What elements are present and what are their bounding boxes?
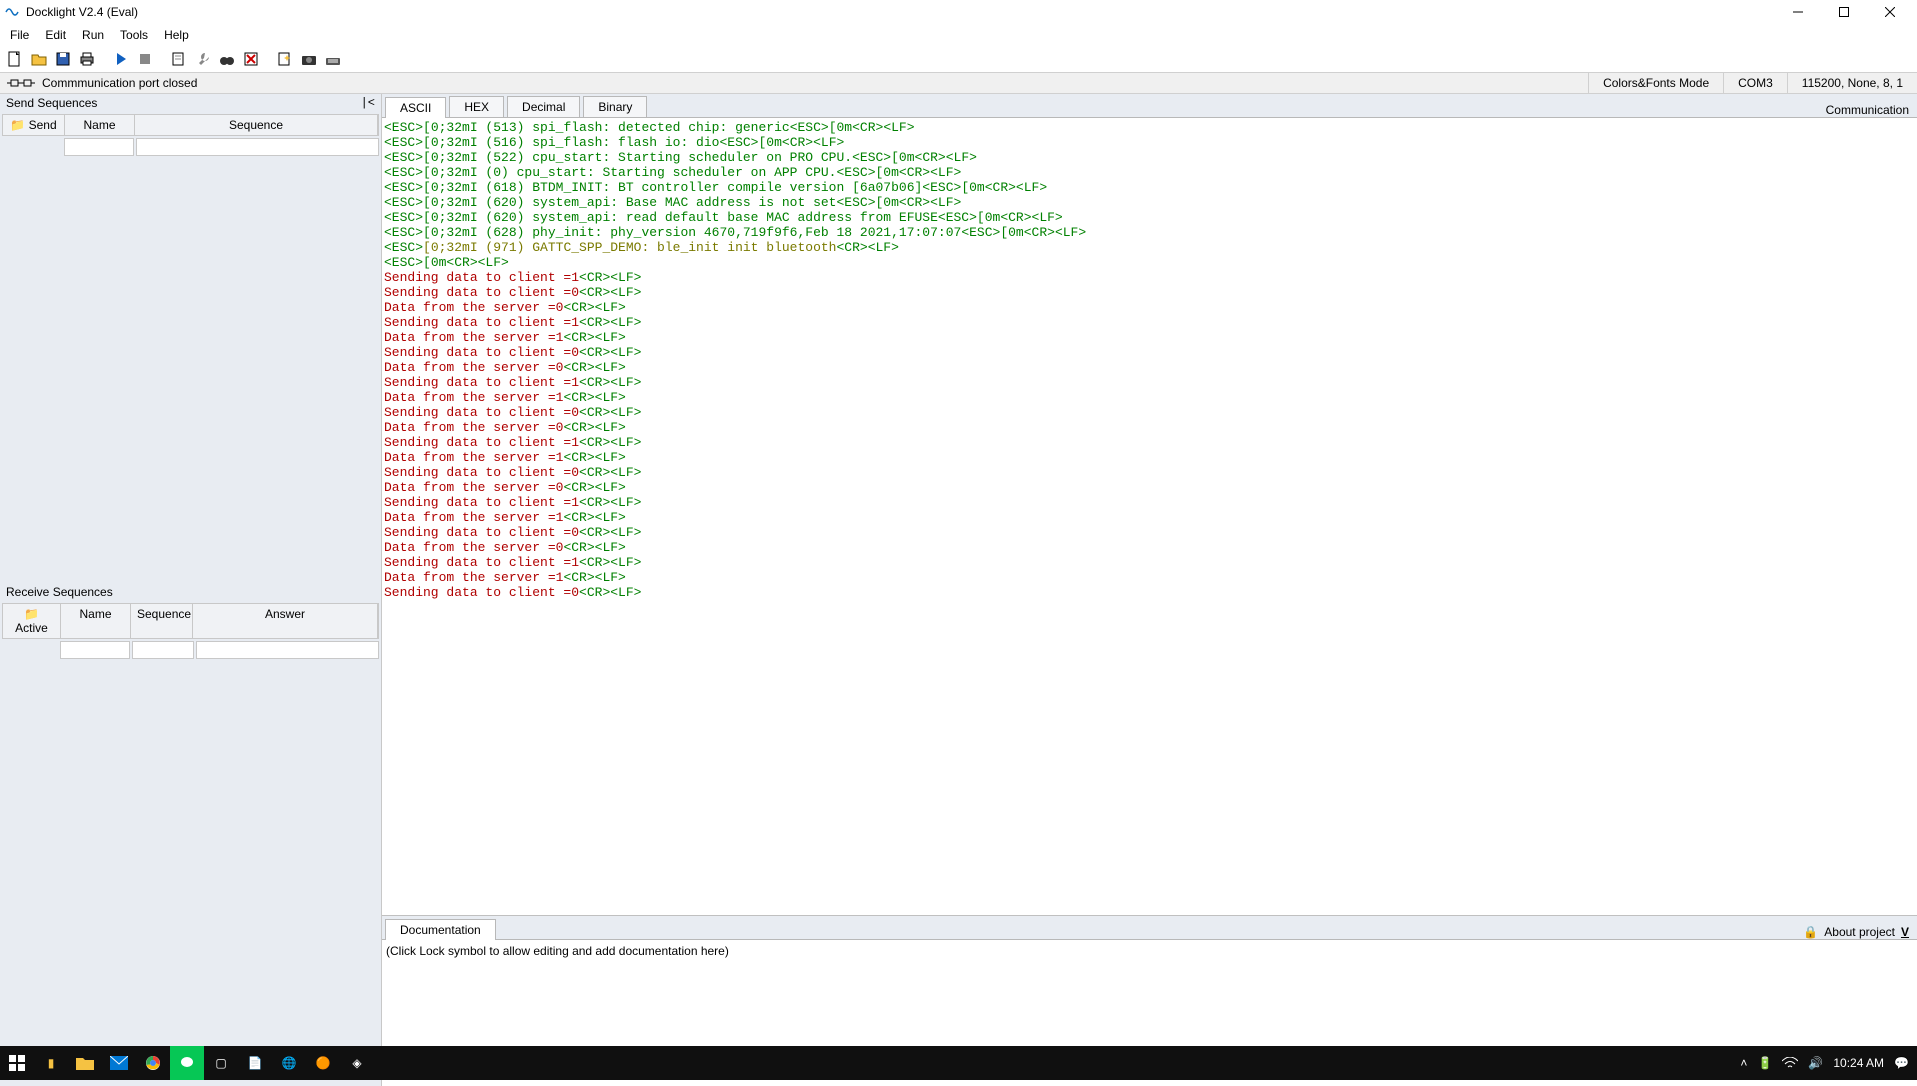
start-button[interactable] xyxy=(0,1046,34,1080)
recv-answer-input[interactable] xyxy=(196,641,379,659)
tray-wifi-icon[interactable] xyxy=(1782,1057,1798,1069)
recv-name-input[interactable] xyxy=(60,641,130,659)
send-col-sequence[interactable]: Sequence xyxy=(135,115,378,135)
stop-icon[interactable] xyxy=(134,48,156,70)
serial-settings-cell[interactable]: 115200, None, 8, 1 xyxy=(1787,72,1917,94)
taskbar-app-8[interactable]: 🌐 xyxy=(272,1046,306,1080)
tab-binary[interactable]: Binary xyxy=(583,96,647,117)
open-icon[interactable] xyxy=(28,48,50,70)
minimize-button[interactable] xyxy=(1775,0,1821,24)
binoculars-icon[interactable] xyxy=(216,48,238,70)
taskbar-app-6[interactable]: ▢ xyxy=(204,1046,238,1080)
tray-notifications-icon[interactable]: 💬 xyxy=(1894,1056,1909,1070)
recv-col-name[interactable]: Name xyxy=(61,604,131,638)
send-sequences-title: Send Sequences xyxy=(6,96,97,110)
wrench-icon[interactable] xyxy=(192,48,214,70)
print-icon[interactable] xyxy=(76,48,98,70)
docklight-taskbar-icon[interactable]: ◈ xyxy=(340,1046,374,1080)
com-port-cell[interactable]: COM3 xyxy=(1723,72,1787,94)
notepad-icon[interactable] xyxy=(168,48,190,70)
tab-ascii[interactable]: ASCII xyxy=(385,97,446,118)
lock-icon[interactable]: 🔒 xyxy=(1803,925,1818,939)
toolbar xyxy=(0,46,1917,72)
menu-help[interactable]: Help xyxy=(156,26,197,44)
send-table-header: 📁 Send Name Sequence xyxy=(2,114,379,136)
line-app-icon[interactable] xyxy=(170,1046,204,1080)
port-status-text: Commmunication port closed xyxy=(42,76,197,90)
communication-label: Communication xyxy=(1826,103,1917,117)
folder-icon: 📁 xyxy=(10,118,25,132)
left-sidebar: Send Sequences |< 📁 Send Name Sequence R… xyxy=(0,94,382,1086)
menu-edit[interactable]: Edit xyxy=(37,26,74,44)
collapse-send-icon[interactable]: |< xyxy=(361,96,375,110)
play-icon[interactable] xyxy=(110,48,132,70)
file-explorer-icon[interactable] xyxy=(68,1046,102,1080)
menubar: File Edit Run Tools Help xyxy=(0,24,1917,46)
terminal-output[interactable]: <ESC>[0;32mI (513) spi_flash: detected c… xyxy=(382,118,1917,916)
tray-chevron-up-icon[interactable]: ˄ xyxy=(1740,1056,1747,1070)
terminal-tabs: ASCII HEX Decimal Binary Communication xyxy=(382,94,1917,118)
mail-icon[interactable] xyxy=(102,1046,136,1080)
tray-clock[interactable]: 10:24 AM xyxy=(1833,1056,1884,1070)
window-title: Docklight V2.4 (Eval) xyxy=(26,5,138,19)
taskbar-app-9[interactable]: 🟠 xyxy=(306,1046,340,1080)
port-status-icon xyxy=(6,77,36,89)
receive-sequences-title: Receive Sequences xyxy=(6,585,113,599)
save-icon[interactable] xyxy=(52,48,74,70)
titlebar: Docklight V2.4 (Eval) xyxy=(0,0,1917,24)
menu-file[interactable]: File xyxy=(2,26,37,44)
taskbar-app-7[interactable]: 📄 xyxy=(238,1046,272,1080)
recv-col-sequence[interactable]: Sequence xyxy=(131,604,193,638)
tab-documentation[interactable]: Documentation xyxy=(385,919,496,940)
tray-volume-icon[interactable]: 🔊 xyxy=(1808,1056,1823,1070)
maximize-button[interactable] xyxy=(1821,0,1867,24)
clear-x-icon[interactable] xyxy=(240,48,262,70)
menu-tools[interactable]: Tools xyxy=(112,26,156,44)
tab-hex[interactable]: HEX xyxy=(449,96,504,117)
colors-fonts-mode[interactable]: Colors&Fonts Mode xyxy=(1588,72,1723,94)
tray-battery-icon[interactable]: 🔋 xyxy=(1757,1056,1772,1070)
folder-icon: 📁 xyxy=(24,607,39,621)
recv-sequence-input[interactable] xyxy=(132,641,194,659)
recv-col-answer[interactable]: Answer xyxy=(193,604,378,638)
new-icon[interactable] xyxy=(4,48,26,70)
about-project-link[interactable]: About project xyxy=(1824,925,1895,939)
send-col-name[interactable]: Name xyxy=(65,115,135,135)
tab-decimal[interactable]: Decimal xyxy=(507,96,580,117)
send-name-input[interactable] xyxy=(64,138,134,156)
close-button[interactable] xyxy=(1867,0,1913,24)
windows-taskbar: ▮ ▢ 📄 🌐 🟠 ◈ ˄ 🔋 🔊 10:24 AM 💬 xyxy=(0,1046,1917,1080)
chrome-icon[interactable] xyxy=(136,1046,170,1080)
app-icon xyxy=(4,4,20,20)
send-sequence-input[interactable] xyxy=(136,138,379,156)
camera-icon[interactable] xyxy=(298,48,320,70)
taskbar-app-1[interactable]: ▮ xyxy=(34,1046,68,1080)
menu-run[interactable]: Run xyxy=(74,26,112,44)
about-v[interactable]: V xyxy=(1901,925,1909,939)
comm-status-bar: Commmunication port closed Colors&Fonts … xyxy=(0,72,1917,94)
sheet-sparkle-icon[interactable] xyxy=(274,48,296,70)
keyboard-icon[interactable] xyxy=(322,48,344,70)
recv-table-header: 📁 Active Name Sequence Answer xyxy=(2,603,379,639)
